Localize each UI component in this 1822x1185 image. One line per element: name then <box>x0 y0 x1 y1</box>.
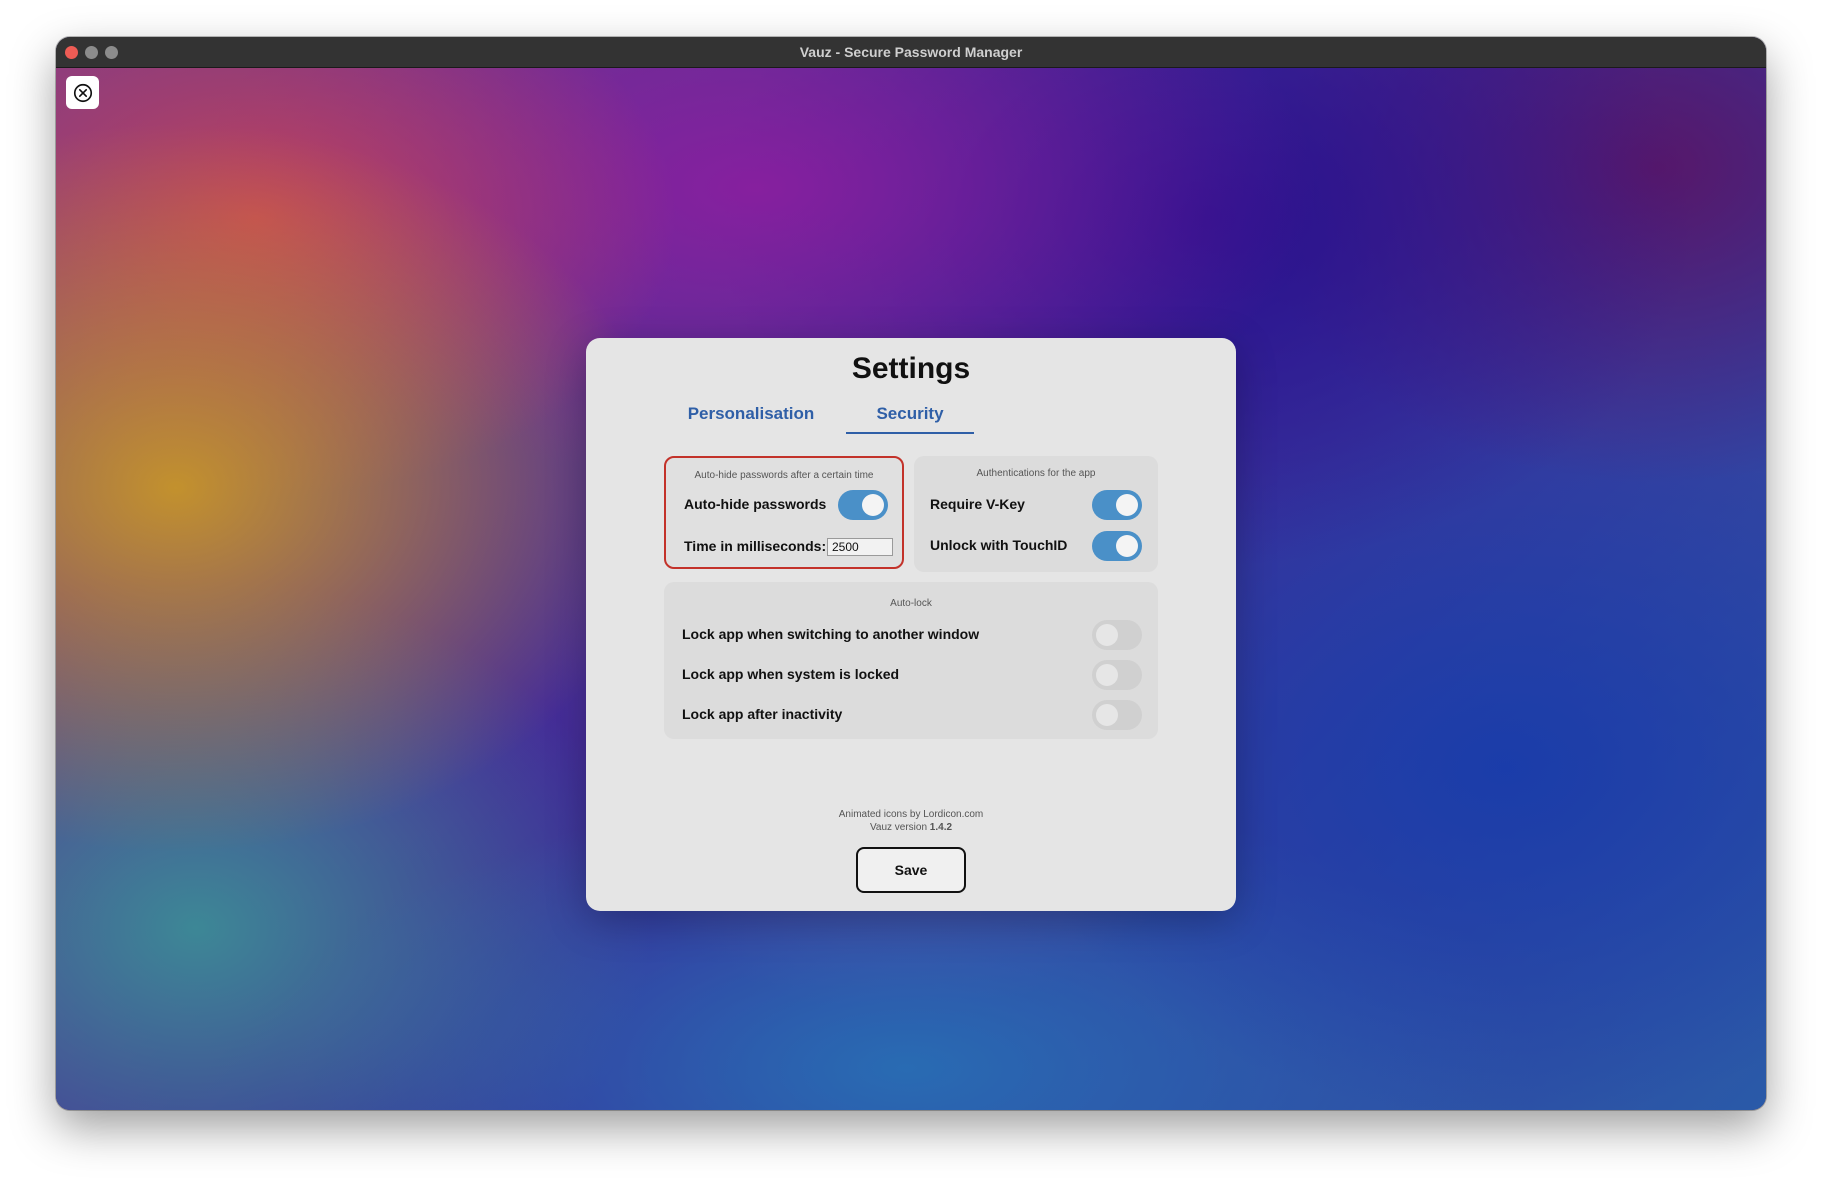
touchid-label: Unlock with TouchID <box>930 537 1068 553</box>
autohide-label: Auto-hide passwords <box>684 496 827 512</box>
settings-card: Settings Personalisation Security Auto-h… <box>586 338 1236 911</box>
time-ms-input[interactable] <box>827 538 893 556</box>
authentication-panel: Authentications for the app Require V-Ke… <box>914 456 1158 572</box>
background-wallpaper: Settings Personalisation Security Auto-h… <box>56 68 1766 1110</box>
tab-personalisation[interactable]: Personalisation <box>686 404 816 424</box>
toggle-knob <box>1096 664 1118 686</box>
close-circle-icon <box>73 83 92 102</box>
lock-on-switch-label: Lock app when switching to another windo… <box>682 626 980 642</box>
toggle-knob <box>1116 535 1138 557</box>
auth-caption: Authentications for the app <box>976 468 1096 479</box>
autohide-panel: Auto-hide passwords after a certain time… <box>664 456 904 569</box>
credits-text: Animated icons by Lordicon.com <box>838 809 984 820</box>
version-number: 1.4.2 <box>929 822 953 833</box>
toggle-knob <box>1096 704 1118 726</box>
autohide-caption: Auto-hide passwords after a certain time <box>694 470 874 481</box>
time-label: Time in milliseconds: <box>684 538 827 554</box>
toggle-knob <box>1116 494 1138 516</box>
title-bar: Vauz - Secure Password Manager <box>56 37 1766 68</box>
autolock-panel: Auto-lock Lock app when switching to ano… <box>664 582 1158 739</box>
touchid-toggle[interactable] <box>1092 531 1142 561</box>
window-title: Vauz - Secure Password Manager <box>799 44 1023 60</box>
lock-on-inactivity-toggle[interactable] <box>1092 700 1142 730</box>
autolock-caption: Auto-lock <box>890 598 932 609</box>
tab-security[interactable]: Security <box>846 404 974 434</box>
vkey-toggle[interactable] <box>1092 490 1142 520</box>
lock-on-switch-toggle[interactable] <box>1092 620 1142 650</box>
close-settings-button[interactable] <box>66 76 99 109</box>
version-text: Vauz version 1.4.2 <box>586 822 1236 833</box>
lock-on-system-lock-label: Lock app when system is locked <box>682 666 900 682</box>
autohide-toggle[interactable] <box>838 490 888 520</box>
toggle-knob <box>862 494 884 516</box>
version-prefix: Vauz version <box>869 822 930 833</box>
save-button[interactable]: Save <box>856 847 966 893</box>
vkey-label: Require V-Key <box>930 496 1025 512</box>
app-window: Vauz - Secure Password Manager Settings … <box>56 37 1766 1110</box>
toggle-knob <box>1096 624 1118 646</box>
lock-on-system-lock-toggle[interactable] <box>1092 660 1142 690</box>
page-title: Settings <box>851 352 971 385</box>
lock-on-inactivity-label: Lock app after inactivity <box>682 706 843 722</box>
